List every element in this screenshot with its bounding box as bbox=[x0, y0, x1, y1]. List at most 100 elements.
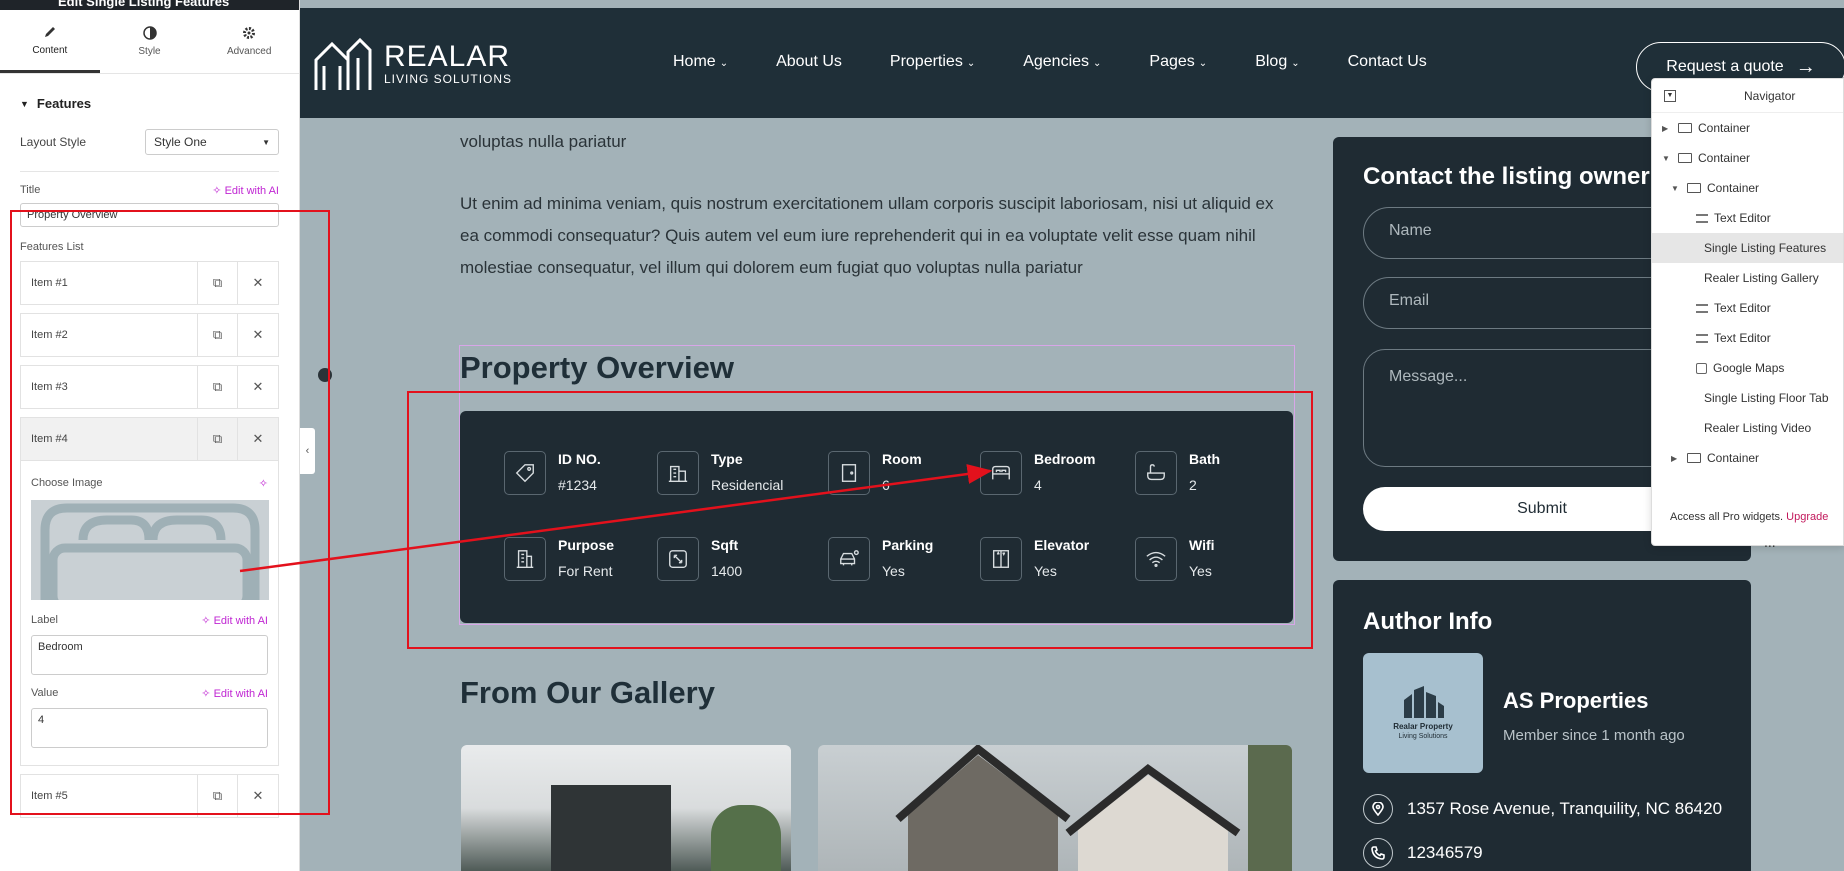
tab-content[interactable]: Content bbox=[0, 10, 100, 73]
main-nav: Home ⌄ About Us Properties ⌄ Agencies ⌄ Pag… bbox=[673, 53, 1427, 71]
annotation-box bbox=[10, 210, 330, 815]
navigator-item[interactable]: Google Maps bbox=[1652, 353, 1843, 383]
caret-down-icon: ▼ bbox=[20, 98, 29, 109]
title-label-row: Title ✧ Edit with AI bbox=[0, 184, 299, 197]
navigator-item[interactable]: Single Listing Features bbox=[1652, 233, 1843, 263]
text-editor-icon bbox=[1696, 213, 1708, 223]
layout-style-select[interactable]: Style One ▼ bbox=[145, 129, 279, 155]
panel-title: Edit Single Listing Features bbox=[58, 0, 230, 9]
request-quote-label: Request a quote bbox=[1666, 58, 1784, 75]
tab-advanced-label: Advanced bbox=[226, 46, 272, 57]
nav-about-label: About Us bbox=[776, 53, 842, 70]
more-dots-icon[interactable]: ... bbox=[1764, 534, 1776, 550]
author-address-row: 1357 Rose Avenue, Tranquility, NC 86420 bbox=[1363, 794, 1722, 824]
site-header: REALAR LIVING SOLUTIONS Home ⌄ About Us P… bbox=[300, 8, 1844, 118]
navigator-item-label: Container bbox=[1707, 181, 1760, 195]
navigator-item[interactable]: ▼ Container bbox=[1652, 173, 1843, 203]
navigator-item-label: Google Maps bbox=[1713, 361, 1785, 375]
layout-style-row: Layout Style Style One ▼ bbox=[0, 121, 299, 163]
nav-properties[interactable]: Properties ⌄ bbox=[890, 53, 975, 71]
navigator-item[interactable]: Text Editor bbox=[1652, 323, 1843, 353]
gallery-title: From Our Gallery bbox=[460, 675, 715, 710]
navigator-item-label: Text Editor bbox=[1714, 211, 1771, 225]
paragraph-tail: voluptas nulla pariatur bbox=[460, 132, 627, 151]
contact-title: Contact the listing owner bbox=[1363, 163, 1650, 190]
layout-style-value: Style One bbox=[154, 135, 207, 149]
navigator-collapse-icon[interactable]: ▼ bbox=[1664, 89, 1676, 102]
container-icon bbox=[1687, 183, 1701, 193]
text-editor-icon bbox=[1696, 333, 1708, 343]
navigator-item[interactable]: ▶ Container bbox=[1652, 113, 1843, 143]
title-label: Title bbox=[20, 184, 41, 196]
caret-right-icon[interactable]: ▶ bbox=[1671, 454, 1681, 463]
map-icon bbox=[1696, 362, 1707, 374]
navigator-item[interactable]: ▶ Container bbox=[1652, 443, 1843, 473]
title-edit-with-ai[interactable]: ✧ Edit with AI bbox=[212, 184, 279, 197]
gallery-image[interactable] bbox=[818, 745, 1292, 871]
logo-mark-icon bbox=[314, 37, 372, 90]
nav-home-label: Home bbox=[673, 53, 716, 70]
navigator-title: Navigator bbox=[1744, 88, 1796, 103]
navigator-item-label: Realer Listing Gallery bbox=[1704, 271, 1819, 285]
tab-content-label: Content bbox=[32, 44, 68, 56]
navigator-item[interactable]: Text Editor bbox=[1652, 293, 1843, 323]
author-address: 1357 Rose Avenue, Tranquility, NC 86420 bbox=[1407, 799, 1723, 818]
location-pin-icon bbox=[1372, 802, 1384, 816]
nav-contact[interactable]: Contact Us bbox=[1348, 53, 1427, 71]
navigator-item-label: Text Editor bbox=[1714, 331, 1771, 345]
author-since: Member since 1 month ago bbox=[1503, 727, 1685, 744]
container-icon bbox=[1687, 453, 1701, 463]
author-phone[interactable]: 12346579 bbox=[1407, 843, 1483, 863]
chevron-down-icon: ▼ bbox=[262, 137, 270, 147]
chevron-down-icon: ⌄ bbox=[1093, 58, 1102, 69]
gallery-image[interactable] bbox=[461, 745, 791, 871]
author-title: Author Info bbox=[1363, 608, 1493, 635]
author-name[interactable]: AS Properties bbox=[1503, 688, 1649, 714]
navigator-item[interactable]: Text Editor bbox=[1652, 203, 1843, 233]
tab-advanced[interactable]: Advanced bbox=[199, 10, 299, 73]
navigator-item[interactable]: ▼ Container bbox=[1652, 143, 1843, 173]
layout-style-label: Layout Style bbox=[20, 135, 87, 149]
navigator-footer-text: Access all Pro widgets. bbox=[1670, 511, 1784, 523]
nav-blog[interactable]: Blog ⌄ bbox=[1255, 53, 1299, 71]
upgrade-link[interactable]: Upgrade bbox=[1786, 511, 1828, 523]
caret-down-icon[interactable]: ▼ bbox=[1671, 184, 1681, 193]
phone-icon bbox=[1371, 846, 1385, 860]
chevron-down-icon: ⌄ bbox=[1198, 58, 1208, 69]
panel-header: Edit Single Listing Features bbox=[0, 0, 299, 10]
nav-about[interactable]: About Us bbox=[776, 53, 842, 71]
nav-home[interactable]: Home ⌄ bbox=[673, 53, 728, 71]
author-phone-row: 12346579 bbox=[1363, 838, 1483, 868]
gallery-plant bbox=[711, 805, 781, 871]
caret-right-icon[interactable]: ▶ bbox=[1662, 124, 1672, 133]
chevron-down-icon: ⌄ bbox=[719, 58, 729, 69]
nav-agencies[interactable]: Agencies ⌄ bbox=[1023, 53, 1101, 71]
arrow-right-icon: → bbox=[1795, 55, 1816, 78]
nav-agencies-label: Agencies bbox=[1023, 53, 1090, 70]
tab-style[interactable]: Style bbox=[100, 10, 200, 73]
navigator-item-label: Single Listing Floor Tab bbox=[1704, 391, 1829, 405]
paragraph: Ut enim ad minima veniam, quis nostrum e… bbox=[460, 194, 1274, 277]
navigator-item[interactable]: Single Listing Floor Tab bbox=[1652, 383, 1843, 413]
navigator-item-label: Text Editor bbox=[1714, 301, 1771, 315]
navigator-tree: ▶ Container ▼ Container ▼ Container Text Edito… bbox=[1652, 113, 1843, 473]
divider bbox=[20, 171, 279, 172]
building-logo-icon bbox=[1404, 686, 1444, 718]
gear-icon bbox=[243, 27, 256, 39]
navigator-item-label: Container bbox=[1707, 451, 1760, 465]
navigator-item[interactable]: Realer Listing Video bbox=[1652, 413, 1843, 443]
tab-style-label: Style bbox=[138, 46, 161, 57]
navigator-item-label: Realer Listing Video bbox=[1704, 421, 1812, 435]
nav-contact-label: Contact Us bbox=[1347, 53, 1427, 70]
logo-main: REALAR bbox=[384, 40, 511, 73]
nav-pages[interactable]: Pages ⌄ bbox=[1149, 53, 1207, 71]
text-editor-icon bbox=[1696, 303, 1708, 313]
container-icon bbox=[1678, 123, 1692, 133]
caret-down-icon[interactable]: ▼ bbox=[1662, 154, 1672, 163]
site-logo[interactable]: REALAR LIVING SOLUTIONS bbox=[312, 36, 512, 92]
navigator-item[interactable]: Realer Listing Gallery bbox=[1652, 263, 1843, 293]
nav-blog-label: Blog bbox=[1255, 53, 1288, 70]
section-features[interactable]: ▼ Features bbox=[0, 74, 299, 121]
navigator-header[interactable]: ▼ Navigator bbox=[1652, 79, 1843, 113]
contrast-icon bbox=[142, 26, 157, 40]
